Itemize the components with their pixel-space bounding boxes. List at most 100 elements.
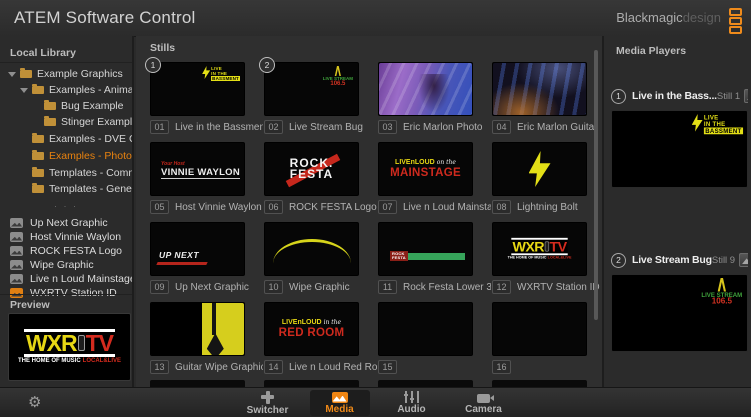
- library-file-host-vinnie-waylon[interactable]: Host Vinnie Waylon: [0, 230, 132, 243]
- app-title: ATEM Software Control: [14, 8, 196, 28]
- still-caption: 09 Up Next Graphic: [150, 280, 263, 294]
- tree-item-examples-dve[interactable]: Examples - DVE Graph...: [0, 131, 132, 147]
- still-cell-14[interactable]: LIVEnLOUDin the RED ROOM 14 Live n Loud …: [264, 302, 377, 377]
- still-cell-10[interactable]: 10 Wipe Graphic: [264, 222, 377, 297]
- tree-item-examples-animated[interactable]: Examples - Animated ...: [0, 82, 132, 98]
- still-thumbnail[interactable]: WXR TV THE HOME OF MUSICLOCAL&LIVE: [492, 222, 587, 276]
- tab-switcher[interactable]: Switcher: [238, 390, 298, 416]
- still-cell-06[interactable]: ROCK.FESTA 06 ROCK FESTA Logo: [264, 142, 377, 217]
- tree-item-templates-general[interactable]: Templates - General S...: [0, 181, 132, 197]
- still-caption: 14 Live n Loud Red Room: [264, 360, 377, 374]
- folder-icon: [20, 70, 32, 78]
- still-cell-09[interactable]: UP NEXT 09 Up Next Graphic: [150, 222, 263, 297]
- image-file-icon: [10, 288, 23, 298]
- still-cell-15[interactable]: 15: [378, 302, 491, 377]
- still-caption: 13 Guitar Wipe Graphic: [150, 360, 263, 374]
- still-cell-07[interactable]: LIVEnLOUDon the MAINSTAGE 07 Live n Loud…: [378, 142, 491, 217]
- still-thumbnail[interactable]: [378, 302, 473, 356]
- folder-icon: [44, 102, 56, 110]
- library-splitter-handle[interactable]: · · ·: [0, 202, 132, 210]
- still-cell-08[interactable]: 08 Lightning Bolt: [492, 142, 602, 217]
- tree-item-example-graphics[interactable]: Example Graphics: [0, 66, 132, 82]
- still-cell-16[interactable]: 16: [492, 302, 602, 377]
- tree-label: Examples - Photos: [49, 150, 132, 162]
- expand-arrow-icon[interactable]: [8, 72, 16, 77]
- still-thumbnail[interactable]: [150, 302, 245, 356]
- tree-item-templates-community[interactable]: Templates - Communi...: [0, 165, 132, 181]
- still-thumbnail[interactable]: [378, 62, 473, 116]
- folder-icon: [32, 152, 44, 160]
- image-file-icon: [10, 274, 23, 284]
- media-player-1-row: 1 Live in the Bass... Still 1: [611, 88, 748, 104]
- still-cell-01[interactable]: LIVEIN THEBASSMENT 1 01 Live in the Bass…: [150, 62, 263, 137]
- partial-still-thumbnail: [264, 380, 359, 387]
- still-thumbnail[interactable]: LIVEnLOUDon the MAINSTAGE: [378, 142, 473, 196]
- player-source-button[interactable]: [739, 253, 748, 267]
- still-cell-03[interactable]: 03 Eric Marlon Photo: [378, 62, 491, 137]
- library-file-wxrtv-station-id[interactable]: WXRTV Station ID: [0, 286, 132, 299]
- tab-audio[interactable]: Audio: [382, 390, 442, 416]
- still-thumbnail[interactable]: [492, 142, 587, 196]
- still-thumbnail[interactable]: LIVEnLOUDin the RED ROOM: [264, 302, 359, 356]
- antenna-icon: [714, 278, 729, 292]
- media-player-1-thumbnail[interactable]: LIVEIN THEBASSMENT: [611, 110, 748, 188]
- tree-label: Examples - Animated ...: [49, 84, 132, 96]
- wxrtv-tagline: THE HOME OF MUSIC: [18, 357, 81, 366]
- folder-icon: [32, 185, 44, 193]
- partial-still-thumbnail: [378, 380, 473, 387]
- still-thumbnail[interactable]: ROCKFESTA: [378, 222, 473, 276]
- still-caption: 04 Eric Marlon Guitar: [492, 120, 602, 134]
- still-cell-11[interactable]: ROCKFESTA 11 Rock Festa Lower 3rd: [378, 222, 491, 297]
- partial-still-thumbnail: [150, 380, 245, 387]
- still-cell-12[interactable]: WXR TV THE HOME OF MUSICLOCAL&LIVE 12 WX…: [492, 222, 602, 297]
- library-file-wipe-graphic[interactable]: Wipe Graphic: [0, 258, 132, 271]
- tree-label: Templates - General S...: [49, 183, 132, 195]
- still-cell-02[interactable]: LIVE STREAM106.5 2 02 Live Stream Bug: [264, 62, 377, 137]
- still-label: WXRTV Station ID: [517, 282, 600, 293]
- still-label: Live in the Bassment: [175, 122, 263, 133]
- still-number: 10: [264, 280, 283, 294]
- still-cell-04[interactable]: 04 Eric Marlon Guitar: [492, 62, 602, 137]
- partial-still-thumbnail: [492, 380, 587, 387]
- local-library-panel: Local Library Example Graphics Examples …: [0, 36, 134, 387]
- tree-item-stinger-example[interactable]: Stinger Example: [0, 114, 132, 130]
- player-source-button[interactable]: [744, 89, 748, 103]
- file-label: Wipe Graphic: [30, 259, 94, 271]
- media-player-2-thumbnail[interactable]: LIVE STREAM106.5: [611, 274, 748, 352]
- still-number: 06: [264, 200, 283, 214]
- logo-square: [729, 26, 742, 34]
- still-thumbnail[interactable]: [264, 222, 359, 276]
- art-lightning-bolt: [493, 143, 586, 195]
- still-thumbnail[interactable]: UP NEXT: [150, 222, 245, 276]
- tree-item-examples-photos[interactable]: Examples - Photos: [0, 148, 132, 164]
- tab-camera[interactable]: Camera: [454, 390, 514, 416]
- still-thumbnail[interactable]: LIVE STREAM106.5 2: [264, 62, 359, 116]
- still-caption: 08 Lightning Bolt: [492, 200, 602, 214]
- still-number: 14: [264, 360, 283, 374]
- library-file-live-n-loud-mainstage[interactable]: Live n Loud Mainstage: [0, 272, 132, 285]
- file-label: Live n Loud Mainstage: [30, 273, 132, 285]
- mode-tabs: Switcher Media Audio Camera: [0, 389, 751, 417]
- still-cell-05[interactable]: Your HostVINNIE WAYLON 05 Host Vinnie Wa…: [150, 142, 263, 217]
- expand-arrow-icon[interactable]: [20, 88, 28, 93]
- still-thumbnail[interactable]: [492, 62, 587, 116]
- tab-media[interactable]: Media: [310, 390, 370, 416]
- stills-scrollbar[interactable]: [594, 50, 598, 320]
- lightning-bolt-icon: [692, 114, 703, 132]
- still-thumbnail[interactable]: ROCK.FESTA: [264, 142, 359, 196]
- bottom-bar: ⚙ Switcher Media Audio Camera: [0, 387, 751, 417]
- antenna-icon: [332, 66, 343, 76]
- still-thumbnail[interactable]: LIVEIN THEBASSMENT 1: [150, 62, 245, 116]
- still-thumbnail[interactable]: [492, 302, 587, 356]
- file-label: WXRTV Station ID: [30, 287, 117, 299]
- still-number: 08: [492, 200, 511, 214]
- library-file-up-next-graphic[interactable]: Up Next Graphic: [0, 216, 132, 229]
- still-cell-13[interactable]: 13 Guitar Wipe Graphic: [150, 302, 263, 377]
- media-players-panel: Media Players 1 Live in the Bass... Stil…: [602, 36, 751, 387]
- preview-header: Preview: [10, 299, 50, 311]
- still-thumbnail[interactable]: Your HostVINNIE WAYLON: [150, 142, 245, 196]
- tree-item-bug-example[interactable]: Bug Example: [0, 98, 132, 114]
- library-file-rock-festa-logo[interactable]: ROCK FESTA Logo: [0, 244, 132, 257]
- tree-label: Example Graphics: [37, 68, 123, 80]
- still-number: 05: [150, 200, 169, 214]
